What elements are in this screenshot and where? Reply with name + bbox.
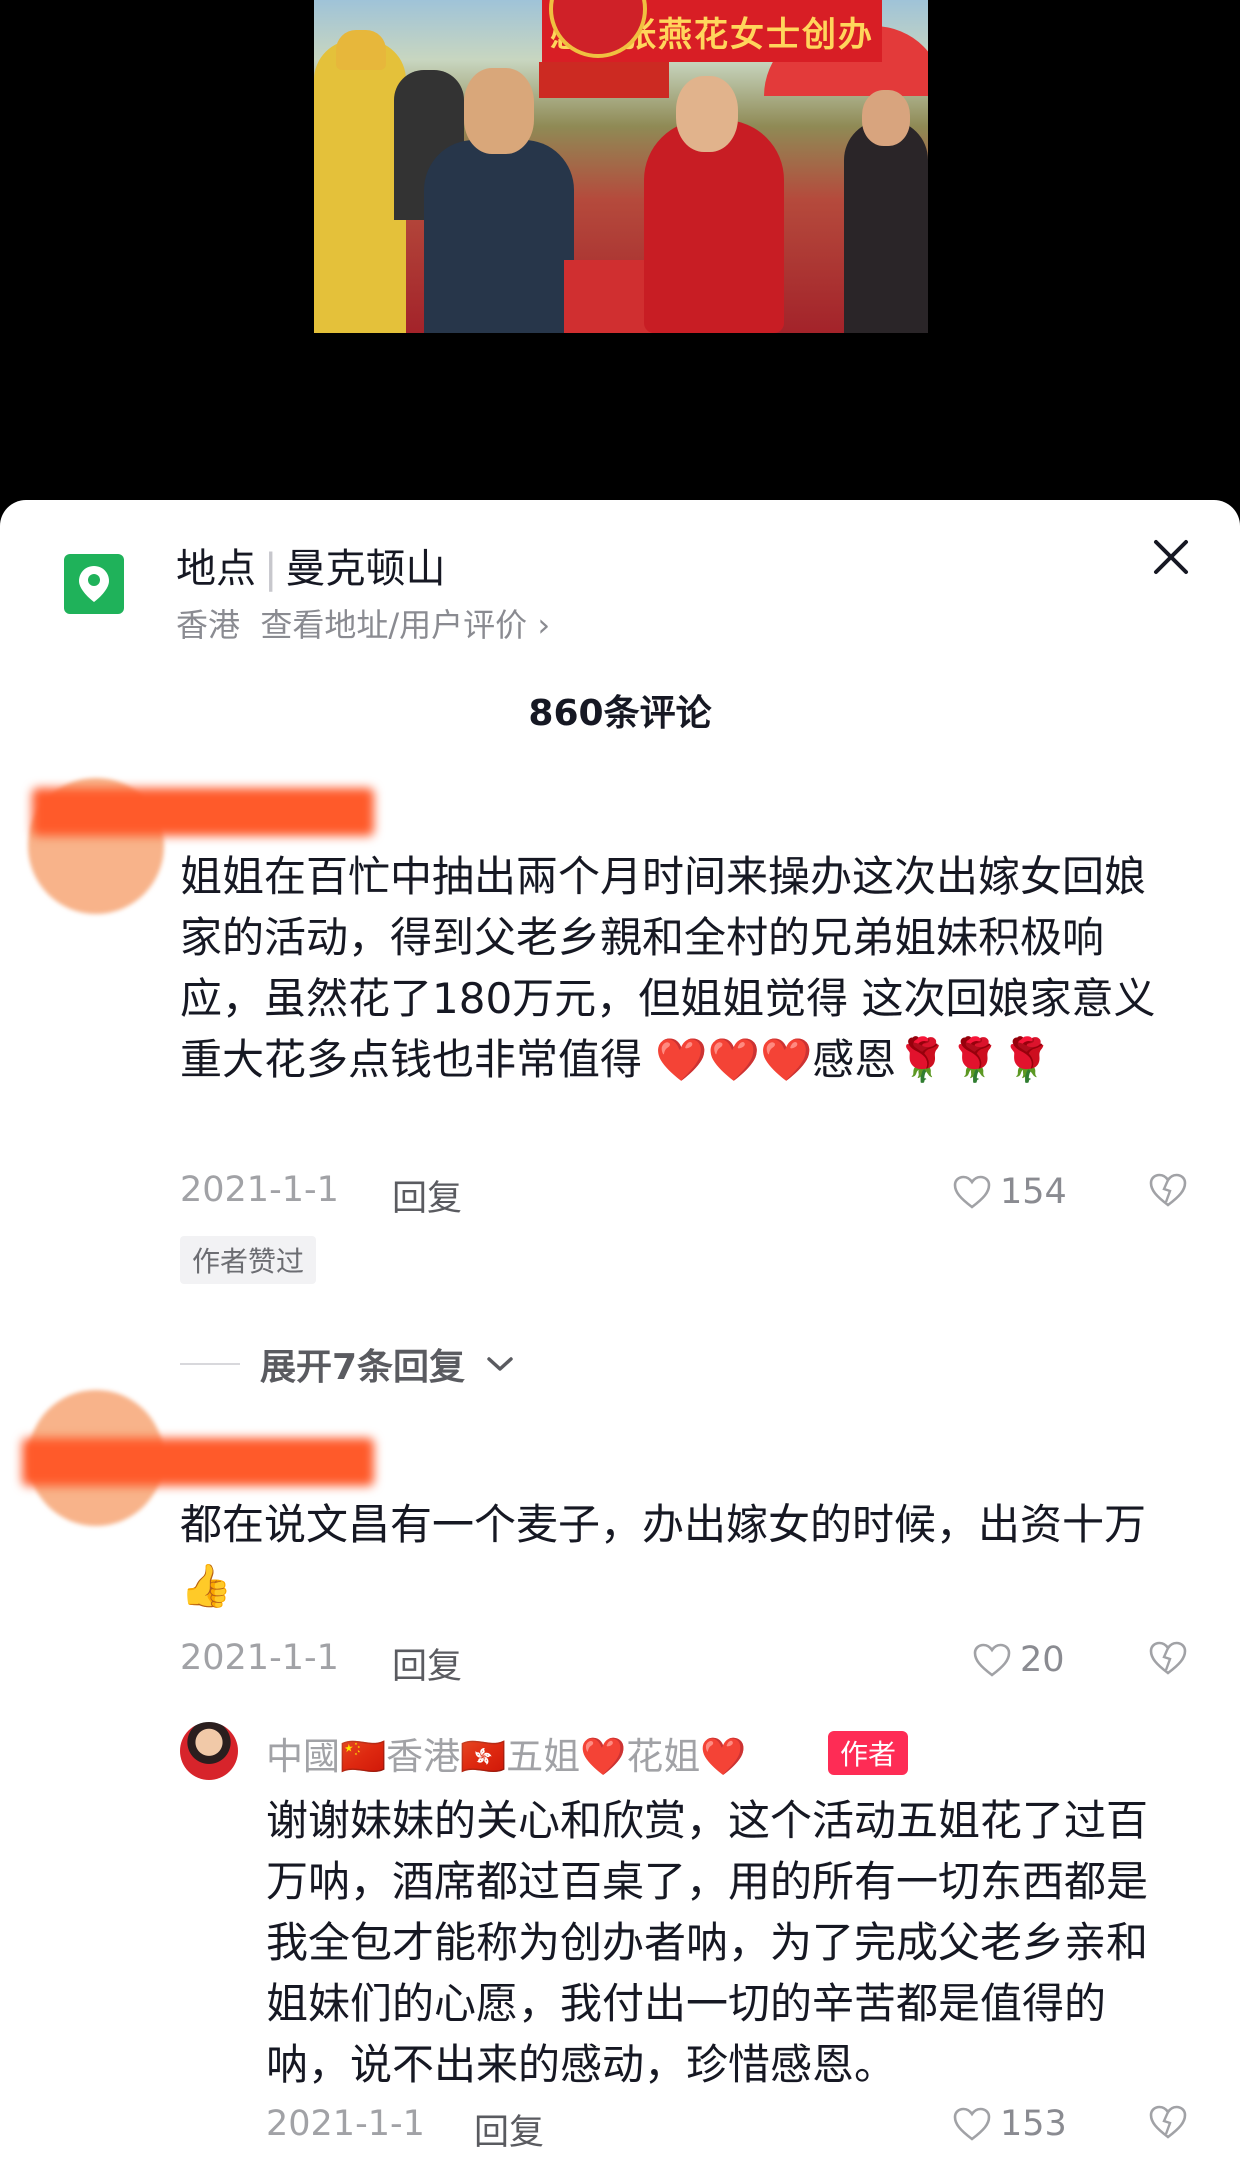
video-person — [464, 68, 534, 154]
expand-replies-label: 展开7条回复 — [260, 1347, 466, 1388]
divider-line — [180, 1363, 240, 1365]
video-player[interactable]: 感谢张燕花女士创办 — [0, 0, 1240, 500]
author-tag-badge: 作者 — [828, 1731, 909, 1775]
author-liked-badge: 作者赞过 — [180, 1236, 317, 1284]
like-button[interactable]: 20 — [972, 1640, 1065, 1680]
username-redacted[interactable] — [22, 1438, 374, 1486]
comment-text: 都在说文昌有一个麦子，办出嫁女的时候，出资十万👍 — [180, 1500, 1147, 1610]
video-person — [424, 140, 574, 333]
close-icon[interactable] — [1148, 534, 1194, 580]
location-name: 曼克顿山 — [285, 546, 446, 592]
author-avatar[interactable] — [180, 1722, 238, 1780]
like-count: 20 — [1020, 1640, 1065, 1680]
video-frame[interactable]: 感谢张燕花女士创办 — [314, 0, 928, 333]
chevron-down-icon — [487, 1357, 513, 1371]
expand-replies-button[interactable]: 展开7条回复 — [180, 1338, 515, 1390]
chevron-right-icon: › — [537, 606, 551, 644]
reply-button[interactable]: 回复 — [392, 1170, 462, 1221]
video-person — [862, 90, 910, 146]
dislike-button[interactable] — [1148, 1172, 1188, 1212]
location-label: 地点 — [176, 546, 256, 592]
like-count: 154 — [1000, 1172, 1067, 1212]
location-pin-icon[interactable] — [64, 554, 124, 614]
heart-icon — [953, 1175, 991, 1209]
video-person — [644, 120, 784, 333]
dislike-button[interactable] — [1148, 1640, 1188, 1680]
reply-text: 谢谢妹妹的关心和欣赏，这个活动五姐花了过百万呐，酒席都过百桌了，用的所有一切东西… — [266, 1796, 1149, 2089]
location-separator: | — [264, 546, 278, 592]
video-person — [314, 40, 406, 333]
video-person — [336, 30, 386, 70]
reply-author-name[interactable]: 中國🇨🇳香港🇭🇰五姐❤️花姐❤️ — [266, 1726, 746, 1780]
dislike-button[interactable] — [1148, 2104, 1188, 2144]
comment-date: 2021-1-1 — [180, 1638, 339, 1678]
username-redacted[interactable] — [32, 788, 374, 836]
broken-heart-icon — [1149, 1641, 1187, 1675]
video-banner-secondary — [539, 62, 669, 98]
video-person — [844, 120, 928, 333]
broken-heart-icon — [1149, 1173, 1187, 1207]
location-detail-link[interactable]: 查看地址/用户评价 — [260, 606, 527, 644]
like-count: 153 — [1000, 2104, 1067, 2144]
comment-count: 860条评论 — [528, 693, 712, 734]
comments-sheet: 地点 | 曼克顿山 香港 查看地址/用户评价 › 860条评论 姐姐在百忙中抽出兩个… — [0, 500, 1240, 2167]
video-person — [676, 76, 738, 152]
location-subtitle[interactable]: 香港 查看地址/用户评价 › — [176, 600, 550, 646]
heart-icon — [973, 1643, 1011, 1677]
like-button[interactable]: 153 — [952, 2104, 1067, 2144]
like-button[interactable]: 154 — [952, 1172, 1067, 1212]
heart-icon — [953, 2107, 991, 2141]
comment-text: 姐姐在百忙中抽出兩个月时间来操办这次出嫁女回娘家的活动，得到父老乡親和全村的兄弟… — [180, 852, 1156, 1084]
reply-date: 2021-1-1 — [266, 2104, 425, 2144]
location-title[interactable]: 地点 | 曼克顿山 — [176, 536, 445, 594]
comment-date: 2021-1-1 — [180, 1170, 339, 1210]
reply-button[interactable]: 回复 — [474, 2104, 544, 2155]
reply-button[interactable]: 回复 — [392, 1638, 462, 1689]
location-region: 香港 — [176, 606, 241, 644]
broken-heart-icon — [1149, 2105, 1187, 2139]
